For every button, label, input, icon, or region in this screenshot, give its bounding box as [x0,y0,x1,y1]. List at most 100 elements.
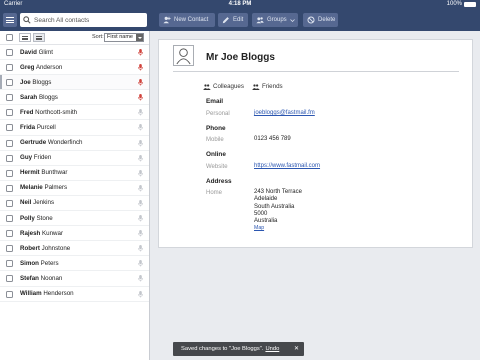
microphone-icon[interactable] [138,275,143,282]
contact-row[interactable]: Neil Jenkins [0,196,149,212]
contact-checkbox[interactable] [6,124,13,132]
contact-checkbox[interactable] [6,230,13,238]
contact-checkbox[interactable] [6,49,13,56]
contact-row[interactable]: Joe Bloggs [0,75,149,91]
close-icon[interactable]: ✕ [294,345,299,352]
last-name: Johnstone [41,244,71,252]
contact-row-name: Melanie Palmers [20,184,67,191]
sort-select[interactable]: First name [104,33,144,42]
contact-row-name: Stefan Noonan [20,275,62,282]
contact-row[interactable]: Fred Northcott-smith [0,105,149,121]
avatar[interactable] [173,45,194,66]
online-heading: Online [206,151,226,158]
contact-row[interactable]: Greg Anderson [0,60,149,76]
address-line: South Australia [254,203,295,210]
contact-checkbox[interactable] [6,184,13,192]
clock: 4:18 PM [228,1,252,7]
contact-checkbox[interactable] [6,290,13,298]
groups-icon [256,17,264,24]
first-name: Hermit [20,169,40,177]
toolbar: New Contact Edit Groups Delete [0,10,480,31]
contact-checkbox[interactable] [6,199,13,207]
first-name: Neil [20,199,32,207]
first-name: Joe [20,78,31,86]
microphone-icon[interactable] [138,124,143,131]
contact-groups: Colleagues Friends [203,83,283,90]
select-all-checkbox[interactable] [6,34,13,41]
contact-row[interactable]: Frida Purcell [0,120,149,136]
microphone-icon[interactable] [138,215,143,222]
add-contact-icon [163,16,171,24]
microphone-icon[interactable] [138,79,143,86]
email-heading: Email [206,98,224,105]
contact-row[interactable]: David Glimt [0,45,149,61]
contact-checkbox[interactable] [6,215,13,223]
contact-row-name: Robert Johnstone [20,245,70,252]
contact-checkbox[interactable] [6,260,13,268]
website-link[interactable]: https://www.fastmail.com [254,163,320,170]
contact-row[interactable]: Gertrude Wonderfinch [0,136,149,151]
microphone-icon[interactable] [138,290,143,298]
contact-checkbox[interactable] [6,109,13,117]
contact-checkbox[interactable] [6,94,13,102]
microphone-icon[interactable] [138,49,143,56]
contact-checkbox[interactable] [6,64,13,72]
list-view-button[interactable] [19,33,31,42]
last-name: Jenkins [33,199,55,207]
contact-checkbox[interactable] [6,275,13,283]
delete-button[interactable]: Delete [303,13,338,27]
microphone-icon[interactable] [138,169,143,177]
chevron-down-icon [289,18,295,22]
contact-checkbox[interactable] [6,154,13,162]
compact-view-button[interactable] [33,33,45,42]
last-name: Palmers [44,184,68,192]
microphone-icon[interactable] [138,199,143,207]
contact-checkbox[interactable] [6,245,13,253]
groups-button[interactable]: Groups [252,13,298,27]
microphone-icon[interactable] [138,154,143,162]
email-label: Personal [206,111,230,117]
microphone-icon[interactable] [138,260,143,267]
microphone-icon[interactable] [138,184,143,192]
hamburger-icon [6,17,14,23]
microphone-icon[interactable] [138,139,143,147]
new-contact-button[interactable]: New Contact [159,13,215,27]
email-link[interactable]: joebloggs@fastmail.fm [254,110,315,117]
edit-button[interactable]: Edit [218,13,248,27]
last-name: Noonan [40,274,63,282]
contact-row[interactable]: Rajesh Kunwar [0,226,149,242]
contact-checkbox[interactable] [6,79,13,87]
first-name: Fred [20,108,34,116]
phone-value: 0123 456 789 [254,136,291,142]
menu-button[interactable] [3,13,17,27]
microphone-icon[interactable] [138,94,143,101]
contact-row[interactable]: Hermit Bunthwar [0,166,149,181]
contact-row-name: Joe Bloggs [20,79,51,86]
first-name: Greg [20,63,35,71]
microphone-icon[interactable] [138,230,143,237]
microphone-icon[interactable] [138,109,143,116]
contact-row[interactable]: Melanie Palmers [0,181,149,196]
new-contact-label: New Contact [174,17,209,23]
last-name: Stone [36,214,53,222]
contact-row[interactable]: William Henderson [0,287,149,302]
microphone-icon[interactable] [138,245,143,252]
toast-message: Saved changes to "Joe Bloggs". [181,346,264,352]
list-view-icon [22,35,28,40]
contact-row[interactable]: Simon Peters [0,256,149,272]
sort-value: First name [107,34,133,40]
search-input[interactable] [34,16,144,24]
contact-row[interactable]: Stefan Noonan [0,271,149,287]
contact-row[interactable]: Robert Johnstone [0,241,149,257]
contact-row[interactable]: Guy Friden [0,151,149,166]
avatar-placeholder-icon [176,48,191,65]
contact-row[interactable]: Polly Stone [0,211,149,227]
contact-row[interactable]: Sarah Bloggs [0,90,149,106]
map-link[interactable]: Map [254,225,302,232]
contact-checkbox[interactable] [6,139,13,147]
contact-checkbox[interactable] [6,169,13,177]
search-box[interactable] [20,13,147,27]
contact-row-name: Fred Northcott-smith [20,109,77,116]
undo-link[interactable]: Undo [265,346,279,352]
microphone-icon[interactable] [138,64,143,71]
